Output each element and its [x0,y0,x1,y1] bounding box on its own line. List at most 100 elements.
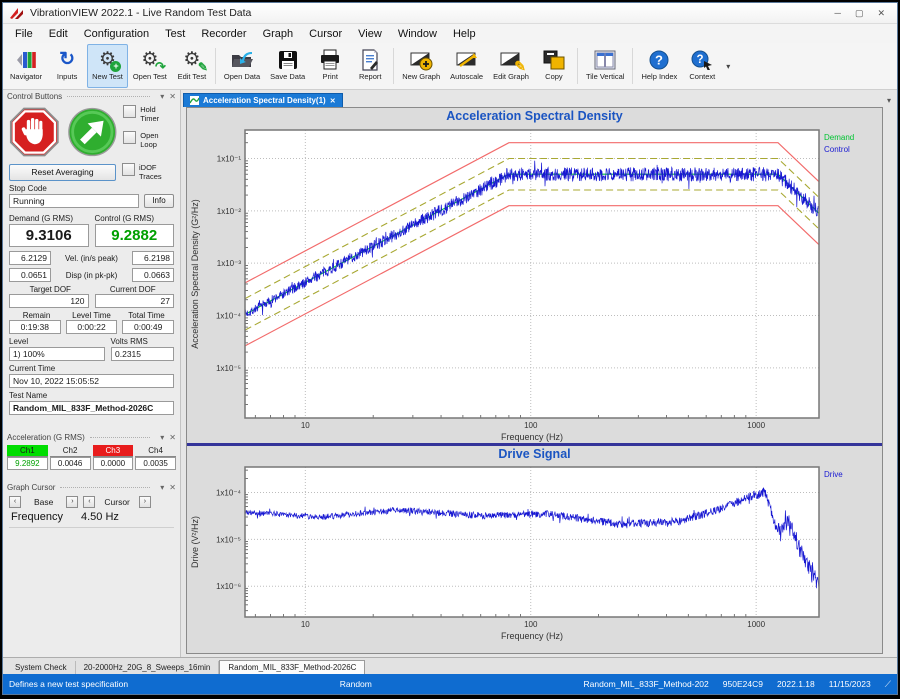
reset-averaging-button[interactable]: Reset Averaging [9,164,116,181]
base-prev-button[interactable]: ‹ [9,496,21,508]
base-next-button[interactable]: › [66,496,78,508]
minimize-button[interactable]: ─ [835,8,841,19]
panel-collapse-icon[interactable]: ▾ [160,92,164,101]
start-button[interactable] [67,105,118,159]
svg-text:1x10⁻¹: 1x10⁻¹ [217,154,242,163]
cursor-prev-button[interactable]: ‹ [83,496,95,508]
print-button[interactable]: Print [310,44,350,88]
copy-button[interactable]: Copy [534,44,574,88]
svg-text:?: ? [655,52,663,67]
tab-random-test[interactable]: Random_MIL_833F_Method-2026C [219,660,365,674]
channel-4-header[interactable]: Ch4 [135,445,176,457]
menu-graph[interactable]: Graph [255,26,302,42]
report-button[interactable]: Report [350,44,390,88]
graph-cursor-panel-header: Graph Cursor ▾ ✕ [3,481,180,494]
svg-text:Drive (V²/Hz): Drive (V²/Hz) [190,516,200,568]
menu-test[interactable]: Test [157,26,193,42]
level-value: 1) 100% [9,347,105,361]
autoscale-button[interactable]: Autoscale [445,44,488,88]
remain-label: Remain [9,311,64,320]
channel-3-header[interactable]: Ch3 [93,445,134,457]
channel-4-value: 0.0035 [135,457,176,470]
hold-timer-checkbox[interactable]: Hold Timer [123,105,174,123]
panel-collapse-icon[interactable]: ▾ [160,483,164,492]
inputs-button[interactable]: ↻ Inputs [47,44,87,88]
context-help-button[interactable]: ? Context [682,44,722,88]
charts-panel: Acceleration Spectral Density DemandCont… [186,107,883,654]
open-data-button[interactable]: Open Data [219,44,265,88]
control-panel-title: Control Buttons [7,92,62,101]
panel-drag-texture [60,487,150,488]
level-time-label: Level Time [64,311,119,320]
open-loop-checkbox[interactable]: Open Loop [123,131,174,149]
close-button[interactable]: ✕ [877,8,885,19]
menu-window[interactable]: Window [390,26,445,42]
channel-1-header[interactable]: Ch1 [7,445,48,457]
tab-acceleration-spectral-density[interactable]: Acceleration Spectral Density(1) ✕ [183,93,343,107]
svg-text:1x10⁻⁵: 1x10⁻⁵ [216,364,241,373]
current-dof-value: 27 [95,294,175,308]
tab-list-icon[interactable]: ▾ [881,96,897,107]
navigator-icon [12,47,40,72]
tab-system-check[interactable]: System Check [7,661,76,674]
toolbar-overflow-icon[interactable]: ▾ [726,62,730,71]
displacement-demand-value: 0.0651 [9,268,51,282]
stop-button[interactable] [9,105,60,159]
checkbox-icon [122,163,135,176]
menu-recorder[interactable]: Recorder [193,26,254,42]
save-data-button[interactable]: Save Data [265,44,310,88]
tab-sweep-test[interactable]: 20-2000Hz_20G_8_Sweeps_16min [76,661,220,674]
resize-grip-icon[interactable]: ⟋ [885,679,891,690]
maximize-button[interactable]: ▢ [855,8,864,19]
navigator-button[interactable]: Navigator [5,44,47,88]
panel-close-icon[interactable]: ✕ [169,433,176,442]
menu-view[interactable]: View [350,26,390,42]
edit-graph-button[interactable]: ✎ Edit Graph [488,44,534,88]
svg-text:?: ? [697,54,704,66]
control-label: Control (G RMS) [95,214,175,223]
menu-configuration[interactable]: Configuration [76,26,157,42]
control-value: 9.2882 [95,224,175,247]
level-label: Level [9,337,111,346]
cursor-next-button[interactable]: › [139,496,151,508]
svg-text:Demand: Demand [824,133,854,142]
cursor-label: Cursor [100,497,134,507]
info-button[interactable]: Info [144,194,174,208]
menu-edit[interactable]: Edit [41,26,76,42]
panel-collapse-icon[interactable]: ▾ [160,433,164,442]
title-bar: VibrationVIEW 2022.1 - Live Random Test … [3,3,897,24]
remain-value: 0:19:38 [9,320,61,334]
drive-chart[interactable]: Drive1010010001x10⁻⁴1x10⁻⁵1x10⁻⁶Frequenc… [187,461,877,641]
help-index-button[interactable]: ? Help Index [636,44,682,88]
help-index-icon: ? [645,47,673,72]
demand-value: 9.3106 [9,224,89,247]
menu-help[interactable]: Help [445,26,484,42]
channel-2-header[interactable]: Ch2 [50,445,91,457]
new-test-button[interactable]: ⚙ + New Test [87,44,128,88]
svg-text:Acceleration Spectral Density: Acceleration Spectral Density (G²/Hz) [190,199,200,349]
open-test-icon: ⚙ ↷ [136,47,164,72]
print-icon [316,47,344,72]
idof-traces-checkbox[interactable]: iDOF Traces [122,163,174,181]
toolbar: Navigator ↻ Inputs ⚙ + New Test ⚙ ↷ Open… [3,43,897,90]
stop-code-label: Stop Code [9,184,174,193]
panel-close-icon[interactable]: ✕ [169,92,176,101]
toolbar-separator [393,48,394,84]
panel-close-icon[interactable]: ✕ [169,483,176,492]
tile-vertical-button[interactable]: Tile Vertical [581,44,630,88]
menu-cursor[interactable]: Cursor [301,26,350,42]
window-title: VibrationVIEW 2022.1 - Live Random Test … [30,7,835,19]
graph-cursor-panel-title: Graph Cursor [7,483,55,492]
asd-chart-title: Acceleration Spectral Density [187,108,882,124]
svg-text:10: 10 [301,620,310,629]
edit-test-button[interactable]: ⚙ ✎ Edit Test [172,44,212,88]
open-test-button[interactable]: ⚙ ↷ Open Test [128,44,172,88]
status-hint: Defines a new test specification [9,679,128,689]
asd-chart[interactable]: DemandControl1010010001x10⁻¹1x10⁻²1x10⁻³… [187,124,877,442]
tab-close-icon[interactable]: ✕ [330,97,336,105]
new-graph-button[interactable]: New Graph [397,44,445,88]
toolbar-separator [215,48,216,84]
menu-file[interactable]: File [7,26,41,42]
inputs-icon: ↻ [53,47,81,72]
svg-text:10: 10 [301,421,310,430]
